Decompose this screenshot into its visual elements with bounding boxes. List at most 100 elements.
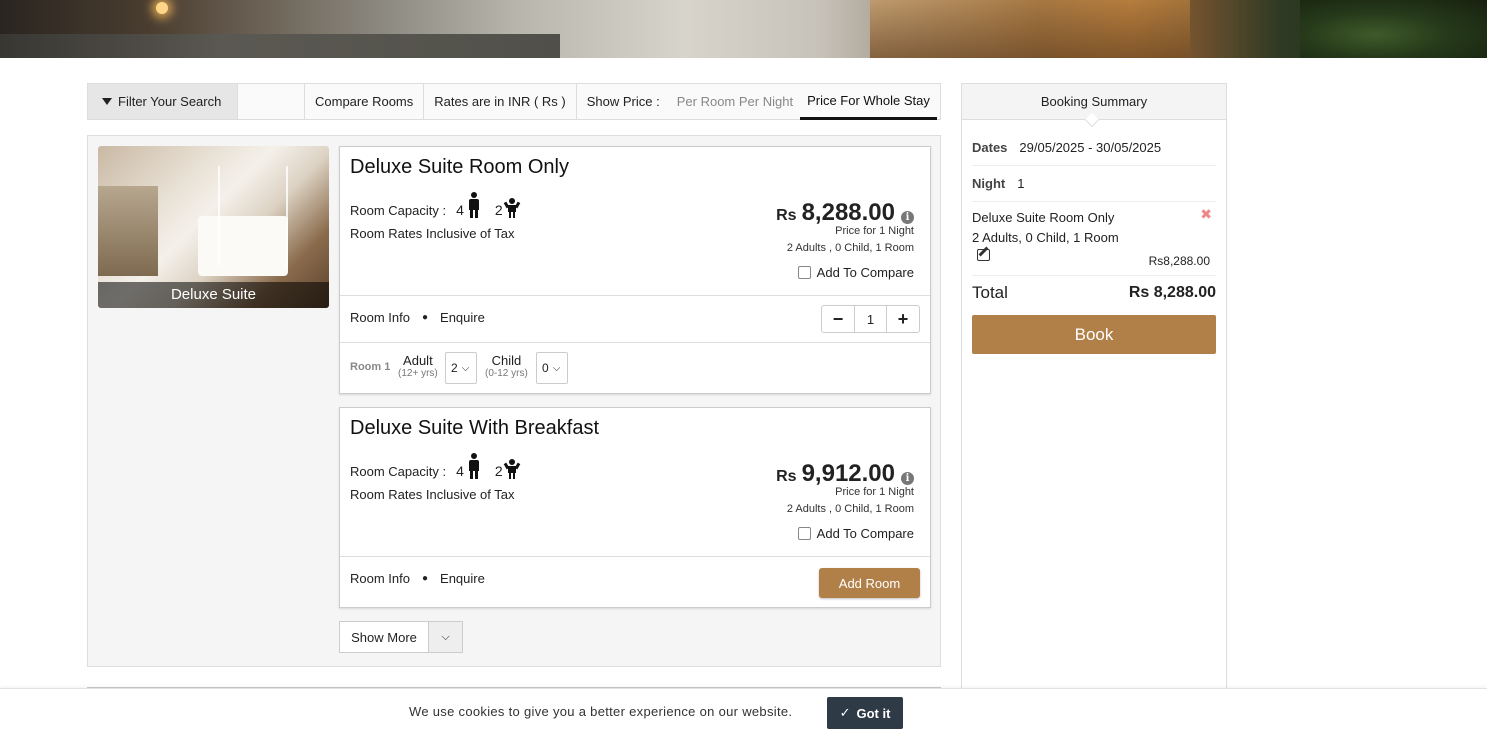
adult-capacity-count: 4	[456, 463, 464, 479]
show-more-control: Show More ⌵	[339, 621, 463, 653]
room-number-label: Room 1	[350, 361, 391, 373]
remove-icon[interactable]: ✖	[1200, 206, 1212, 223]
dates-value: 29/05/2025 - 30/05/2025	[1019, 140, 1162, 155]
book-button[interactable]: Book	[972, 315, 1216, 354]
enquire-link[interactable]: Enquire	[440, 571, 485, 586]
summary-total: Total Rs 8,288.00	[972, 278, 1216, 308]
add-to-compare[interactable]: Add To Compare	[797, 265, 914, 280]
booking-summary-title: Booking Summary	[1040, 94, 1148, 109]
add-to-compare-checkbox[interactable]	[797, 266, 811, 279]
child-capacity-count: 2	[494, 202, 503, 218]
room-info-link[interactable]: Room Info	[350, 571, 410, 586]
link-separator: ●	[421, 312, 429, 323]
hero-lights	[870, 0, 1190, 58]
room-price: Rs 8,288.00 i	[776, 199, 914, 227]
room-card-header: Deluxe Suite With Breakfast Room Capacit…	[340, 408, 930, 557]
room-capacity-label: Room Capacity :	[350, 464, 447, 479]
header-notch	[1084, 112, 1100, 128]
room-image-window	[98, 186, 158, 276]
rooms-panel: Deluxe Suite Deluxe Suite Room Only Room…	[87, 135, 941, 667]
chevron-down-icon: ⌵	[552, 362, 561, 374]
room-title: Deluxe Suite With Breakfast	[350, 417, 599, 439]
cookie-accept-label: Got it	[856, 705, 891, 721]
add-to-compare-label: Add To Compare	[816, 265, 914, 280]
add-room-button[interactable]: Add Room	[819, 568, 920, 598]
booking-summary-header: Booking Summary	[962, 84, 1226, 128]
room-info-link[interactable]: Room Info	[350, 310, 410, 325]
tax-note: Room Rates Inclusive of Tax	[350, 226, 515, 241]
night-label: Night	[972, 176, 1006, 191]
child-icon	[503, 198, 520, 218]
room-capacity-label: Room Capacity :	[350, 203, 447, 218]
room-price: Rs 9,912.00 i	[776, 460, 914, 488]
room-title: Deluxe Suite Room Only	[350, 156, 569, 178]
hero-lamp	[156, 2, 168, 14]
room-type-caption: Deluxe Suite	[98, 282, 329, 308]
info-icon[interactable]: i	[901, 211, 914, 224]
total-value: Rs 8,288.00	[1128, 284, 1216, 301]
summary-dates-row: Dates 29/05/2025 - 30/05/2025	[972, 130, 1216, 166]
cookie-bar: We use cookies to give you a better expe…	[0, 688, 1487, 730]
room-quantity-value[interactable]: 1	[854, 306, 887, 332]
room-card-room-only: Deluxe Suite Room Only Room Capacity : 4…	[339, 146, 931, 394]
price-option-whole-stay[interactable]: Price For Whole Stay	[800, 84, 937, 120]
filter-search-button[interactable]: Filter Your Search	[88, 84, 238, 119]
add-to-compare[interactable]: Add To Compare	[797, 526, 914, 541]
summary-night-row: Night 1	[972, 166, 1216, 202]
show-price-label: Show Price :	[586, 94, 660, 109]
room-type-image[interactable]: Deluxe Suite	[98, 146, 329, 308]
child-field-label: Child (0-12 yrs)	[485, 353, 528, 379]
child-age-label: (0-12 yrs)	[485, 368, 528, 379]
night-value: 1	[1017, 176, 1025, 191]
show-more-button[interactable]: Show More	[340, 622, 428, 652]
child-capacity-count: 2	[494, 463, 503, 479]
price-amount: 9,912.00	[801, 460, 895, 487]
edit-icon[interactable]	[977, 249, 990, 261]
room-links: Room Info ● Enquire	[350, 571, 485, 586]
chevron-down-icon: ⌵	[461, 362, 470, 374]
room-links-row: Room Info ● Enquire Add Room	[340, 557, 930, 607]
price-option-per-night[interactable]: Per Room Per Night	[670, 84, 800, 119]
child-label: Child	[491, 353, 522, 368]
summary-item: Deluxe Suite Room Only 2 Adults, 0 Child…	[972, 204, 1216, 276]
room-capacity: Room Capacity : 4 2	[350, 192, 520, 218]
tax-note: Room Rates Inclusive of Tax	[350, 487, 515, 502]
hero-banner	[0, 0, 1487, 58]
total-label: Total	[972, 283, 1008, 302]
price-occupancy: 2 Adults , 0 Child, 1 Room	[786, 503, 914, 515]
add-to-compare-label: Add To Compare	[816, 526, 914, 541]
show-more-toggle[interactable]: ⌵	[428, 622, 462, 652]
filter-search-label: Filter Your Search	[118, 94, 222, 109]
info-icon[interactable]: i	[901, 472, 914, 485]
room-card-header: Deluxe Suite Room Only Room Capacity : 4…	[340, 147, 930, 296]
currency-selector[interactable]: Rates are in INR ( Rs )	[424, 84, 577, 119]
child-select-value: 0	[542, 361, 549, 375]
enquire-link[interactable]: Enquire	[440, 310, 485, 325]
compare-rooms-button[interactable]: Compare Rooms	[305, 84, 425, 119]
adult-label: Adult	[403, 353, 433, 368]
price-note: Price for 1 Night	[835, 225, 914, 237]
filter-icon	[102, 98, 112, 105]
adult-select[interactable]: 2 ⌵	[445, 352, 477, 384]
summary-item-name: Deluxe Suite Room Only	[972, 210, 1115, 225]
filter-spacer	[238, 84, 305, 119]
room-links: Room Info ● Enquire	[350, 310, 485, 325]
filter-bar: Filter Your Search Compare Rooms Rates a…	[87, 83, 941, 120]
minus-button[interactable]: −	[822, 306, 854, 332]
plus-button[interactable]: +	[887, 306, 919, 332]
price-occupancy: 2 Adults , 0 Child, 1 Room	[786, 242, 914, 254]
booking-summary: Booking Summary Dates 29/05/2025 - 30/05…	[961, 83, 1227, 703]
summary-item-occupancy: 2 Adults, 0 Child, 1 Room	[972, 230, 1119, 245]
adult-capacity-count: 4	[456, 202, 464, 218]
price-amount: 8,288.00	[801, 199, 895, 226]
cookie-accept-button[interactable]: ✓ Got it	[827, 697, 903, 729]
price-currency: Rs	[776, 207, 797, 224]
check-icon: ✓	[839, 705, 851, 720]
hero-palm	[1300, 0, 1487, 58]
hero-wall	[0, 34, 560, 58]
occupancy-row: Room 1 Adult (12+ yrs) 2 ⌵ Child (0-12 y…	[340, 343, 930, 393]
chevron-down-icon: ⌵	[441, 630, 450, 643]
child-select[interactable]: 0 ⌵	[536, 352, 568, 384]
adult-select-value: 2	[451, 361, 458, 375]
add-to-compare-checkbox[interactable]	[797, 527, 811, 540]
